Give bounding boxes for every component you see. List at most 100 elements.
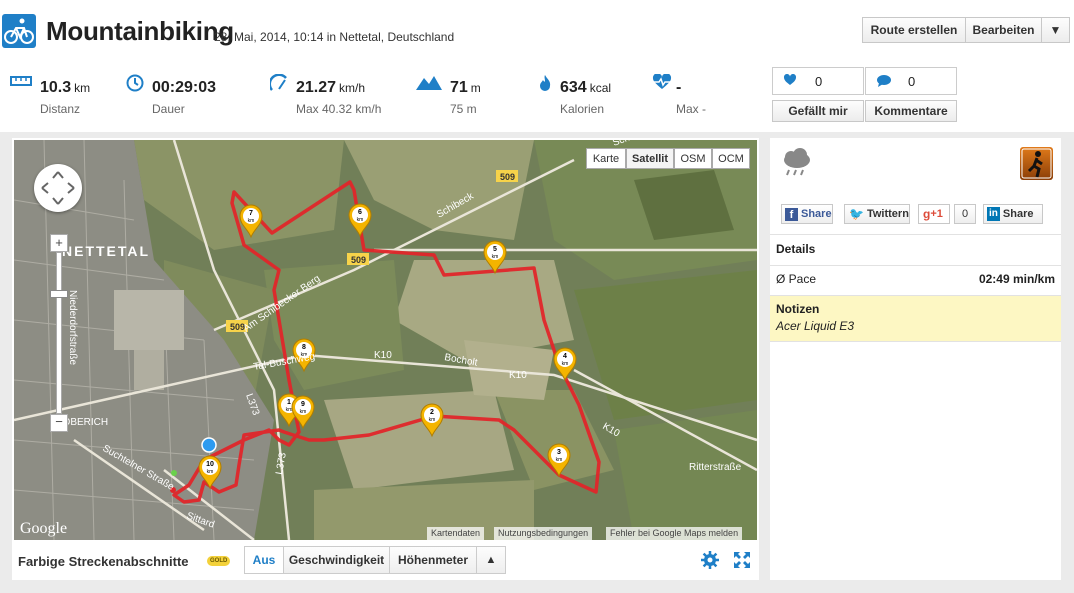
zoom-slider-handle[interactable] xyxy=(50,290,68,298)
zoom-slider-track[interactable] xyxy=(56,252,62,414)
distance-ruler-icon xyxy=(10,74,32,93)
edit-button[interactable]: Bearbeiten xyxy=(965,17,1042,43)
marker-number: 7 xyxy=(249,210,253,217)
gplus-button[interactable]: g +1 xyxy=(918,204,950,224)
marker-unit: km xyxy=(286,407,293,413)
marker-unit: km xyxy=(492,254,499,260)
zoom-in-button[interactable]: + xyxy=(50,234,68,252)
industrial-block xyxy=(134,350,164,390)
stat-label: Max 40.32 km/h xyxy=(296,102,382,116)
map-footer: Farbige Streckenabschnitte GOLD Aus Gesc… xyxy=(14,542,757,578)
map-data-link[interactable]: Kartendaten xyxy=(427,527,485,540)
report-error-link[interactable]: Fehler bei Google Maps melden xyxy=(606,527,743,540)
comment-button[interactable]: Kommentare xyxy=(865,100,957,122)
stats-bar: 10.3 km Distanz 00:29:03 Dauer 21.27 km/h … xyxy=(0,62,762,132)
gplus-label: +1 xyxy=(930,208,943,220)
pan-control[interactable] xyxy=(34,164,82,212)
linkedin-share-label: Share xyxy=(1002,208,1034,220)
stat-unit: km xyxy=(74,81,91,95)
stat-value: 634 xyxy=(560,79,587,96)
heart-icon xyxy=(783,73,797,89)
road-shield-509: 509 xyxy=(351,255,366,265)
twitter-share-label: Twittern xyxy=(866,208,909,220)
route-map[interactable]: 1 km 2 km 3 km 4 km 5 km 6 km 7 km 8 km 9 km 10 km NETTETAL… xyxy=(14,140,757,540)
marker-number: 8 xyxy=(302,344,306,351)
like-button[interactable]: Gefällt mir xyxy=(772,100,864,122)
comment-count: 0 xyxy=(908,74,916,89)
google-logo: Google xyxy=(20,520,67,537)
runner-app-icon xyxy=(1020,147,1053,180)
map-type-karte[interactable]: Karte xyxy=(586,148,626,169)
colored-segments-label: Farbige Streckenabschnitte xyxy=(18,554,189,569)
speedometer-icon xyxy=(268,73,290,97)
pan-arrows-icon xyxy=(41,171,75,205)
settings-gear-icon[interactable] xyxy=(700,550,720,575)
marker-unit: km xyxy=(248,218,255,224)
pace-label: Ø Pace xyxy=(776,272,817,286)
map-type-satellit[interactable]: Satellit xyxy=(626,148,674,169)
marker-number: 5 xyxy=(493,246,497,253)
town-label: NETTETAL xyxy=(62,243,150,259)
facebook-share-button[interactable]: f Share xyxy=(781,204,833,224)
like-count: 0 xyxy=(815,74,823,89)
stat-value: 10.3 xyxy=(40,79,72,96)
comment-count-box: 0 xyxy=(865,67,957,95)
road-label-nieder: Niederdorfstraße xyxy=(67,290,78,365)
activity-header: Mountainbiking 28. Mai, 2014, 10:14 in N… xyxy=(0,0,1074,62)
stat-label: Max - xyxy=(676,102,706,116)
road-label-ritter: Ritterstraße xyxy=(689,462,742,473)
industrial-block xyxy=(114,290,184,350)
more-dropdown-button[interactable]: ▼ xyxy=(1041,17,1070,43)
road-shield-509: 509 xyxy=(500,172,515,182)
start-point-icon xyxy=(201,437,217,453)
gold-badge: GOLD xyxy=(207,556,231,566)
heart-rate-icon xyxy=(652,73,672,95)
collapse-toggle-button[interactable]: ▲ xyxy=(476,546,506,574)
stat-value: 71 xyxy=(450,79,468,96)
marker-unit: km xyxy=(429,417,436,423)
stat-heart-rate: - Max - xyxy=(652,62,742,132)
twitter-bird-icon: 🐦 xyxy=(849,207,864,221)
speech-bubble-icon xyxy=(876,74,892,91)
linkedin-share-button[interactable]: in Share xyxy=(983,204,1043,224)
side-panel: f Share 🐦 Twittern g +1 0 in Share Detail… xyxy=(770,138,1061,580)
segment-tab-off[interactable]: Aus xyxy=(244,546,284,574)
notes-heading: Notizen xyxy=(776,302,820,316)
marker-unit: km xyxy=(357,217,364,223)
marker-number: 4 xyxy=(563,353,567,360)
create-route-button[interactable]: Route erstellen xyxy=(862,17,966,43)
marker-unit: km xyxy=(300,409,307,415)
facebook-share-label: Share xyxy=(801,208,832,220)
segment-tab-speed[interactable]: Geschwindigkeit xyxy=(283,546,390,574)
road-label-k10: K10 xyxy=(374,350,392,361)
map-panel: 1 km 2 km 3 km 4 km 5 km 6 km 7 km 8 km 9 km 10 km NETTETAL… xyxy=(12,138,759,580)
notes-box: Notizen Acer Liquid E3 xyxy=(770,296,1061,341)
road-label-k10: K10 xyxy=(509,370,527,381)
stat-label: Kalorien xyxy=(560,102,605,116)
facebook-icon: f xyxy=(785,207,798,221)
marker-unit: km xyxy=(556,457,563,463)
twitter-share-button[interactable]: 🐦 Twittern xyxy=(844,204,910,224)
zoom-out-button[interactable]: − xyxy=(50,414,68,432)
map-type-osm[interactable]: OSM xyxy=(674,148,712,169)
like-count-box: 0 xyxy=(772,67,864,95)
flame-icon xyxy=(538,74,552,97)
stat-duration: 00:29:03 Dauer xyxy=(126,62,246,132)
terms-link[interactable]: Nutzungsbedingungen xyxy=(494,527,593,540)
rain-cloud-icon xyxy=(780,148,814,183)
segment-tab-elevation[interactable]: Höhenmeter xyxy=(389,546,477,574)
map-type-ocm[interactable]: OCM xyxy=(712,148,750,169)
fullscreen-icon[interactable] xyxy=(732,550,752,575)
marker-number: 6 xyxy=(358,209,362,216)
stat-speed: 21.27 km/h Max 40.32 km/h xyxy=(268,62,400,132)
activity-subtitle: 28. Mai, 2014, 10:14 in Nettetal, Deutsc… xyxy=(214,30,455,44)
marker-number: 1 xyxy=(287,399,291,406)
stat-label: Dauer xyxy=(152,102,185,116)
stat-elevation: 71 m 75 m xyxy=(416,62,516,132)
bicycle-icon xyxy=(2,14,36,48)
notes-text: Acer Liquid E3 xyxy=(776,319,855,333)
details-heading: Details xyxy=(776,242,816,256)
marker-unit: km xyxy=(207,469,214,475)
stat-unit: kcal xyxy=(589,81,612,95)
stat-label: 75 m xyxy=(450,102,477,116)
